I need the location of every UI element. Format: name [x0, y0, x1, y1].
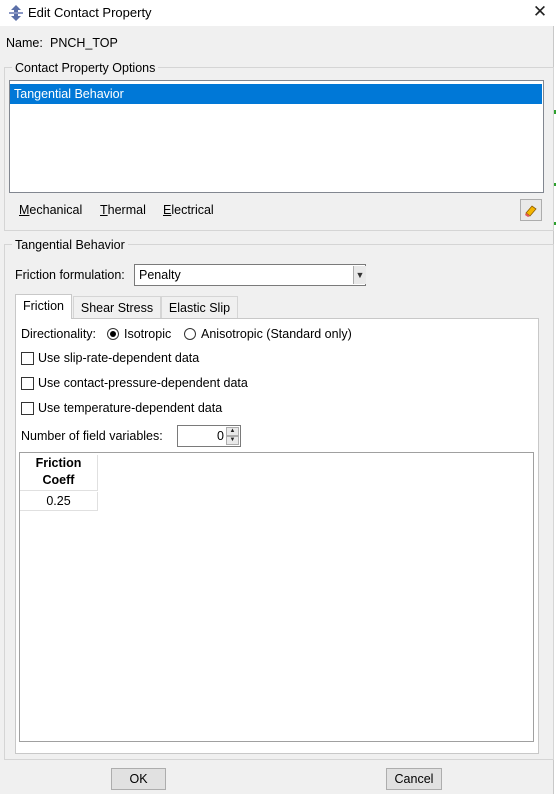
spin-up-icon[interactable]: ▲ — [226, 427, 239, 436]
checkbox-label: Use slip-rate-dependent data — [38, 351, 200, 365]
tab-shear-stress[interactable]: Shear Stress — [73, 296, 161, 318]
directionality-label: Directionality: — [21, 327, 97, 341]
formulation-value: Penalty — [139, 268, 181, 282]
options-legend: Contact Property Options — [12, 61, 159, 75]
radio-anisotropic[interactable] — [184, 328, 196, 340]
close-icon[interactable]: ✕ — [530, 2, 550, 22]
checkbox-temperature[interactable] — [21, 402, 34, 415]
eraser-icon — [525, 205, 537, 217]
anisotropic-label: Anisotropic (Standard only) — [201, 327, 352, 341]
delete-option-button[interactable] — [520, 199, 542, 221]
tab-friction[interactable]: Friction — [15, 294, 72, 319]
table-cell[interactable]: 0.25 — [20, 492, 98, 511]
window-title: Edit Contact Property — [28, 5, 152, 20]
menu-thermal[interactable]: Thermal — [100, 203, 146, 217]
checkbox-contact-pressure[interactable] — [21, 377, 34, 390]
abaqus-arrows-icon — [9, 5, 23, 21]
column-header-friction-coeff: Friction Coeff — [20, 455, 98, 491]
tab-elastic-slip[interactable]: Elastic Slip — [161, 296, 238, 318]
name-value: PNCH_TOP — [50, 36, 118, 50]
field-vars-label: Number of field variables: — [21, 429, 163, 443]
radio-selected-dot — [110, 331, 116, 337]
spin-down-icon[interactable]: ▼ — [226, 436, 239, 445]
chevron-down-icon[interactable]: ▼ — [353, 266, 366, 284]
menu-electrical[interactable]: Electrical — [163, 203, 214, 217]
radio-isotropic[interactable] — [107, 328, 119, 340]
name-label: Name: — [6, 36, 43, 50]
tab-join — [16, 317, 71, 319]
menu-mechanical[interactable]: Mechanical — [19, 203, 82, 217]
cancel-button[interactable]: Cancel — [386, 768, 442, 790]
behavior-legend: Tangential Behavior — [12, 238, 128, 252]
checkbox-label: Use contact-pressure-dependent data — [38, 376, 248, 390]
isotropic-label: Isotropic — [124, 327, 172, 341]
field-vars-value: 0 — [217, 429, 224, 443]
checkbox-slip-rate[interactable] — [21, 352, 34, 365]
ok-button[interactable]: OK — [111, 768, 166, 790]
checkbox-label: Use temperature-dependent data — [38, 401, 223, 415]
list-item[interactable]: Tangential Behavior — [10, 84, 542, 104]
formulation-label: Friction formulation: — [15, 268, 125, 282]
